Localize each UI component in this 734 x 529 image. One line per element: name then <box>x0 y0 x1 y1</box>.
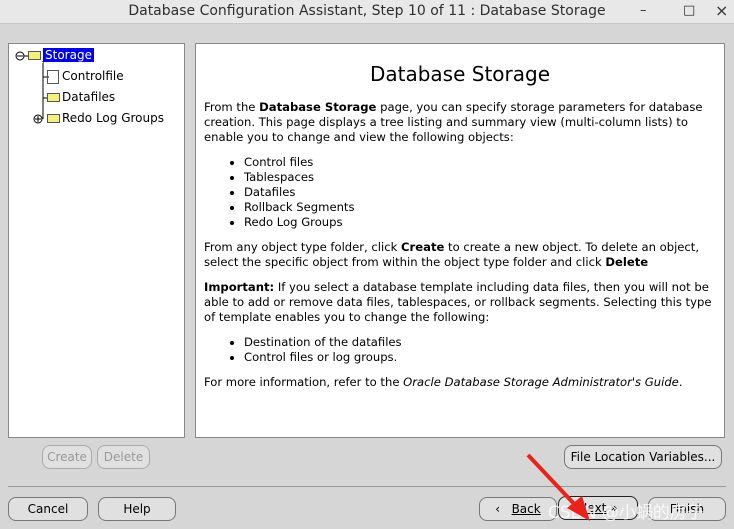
red-arrow-annotation <box>526 453 590 521</box>
